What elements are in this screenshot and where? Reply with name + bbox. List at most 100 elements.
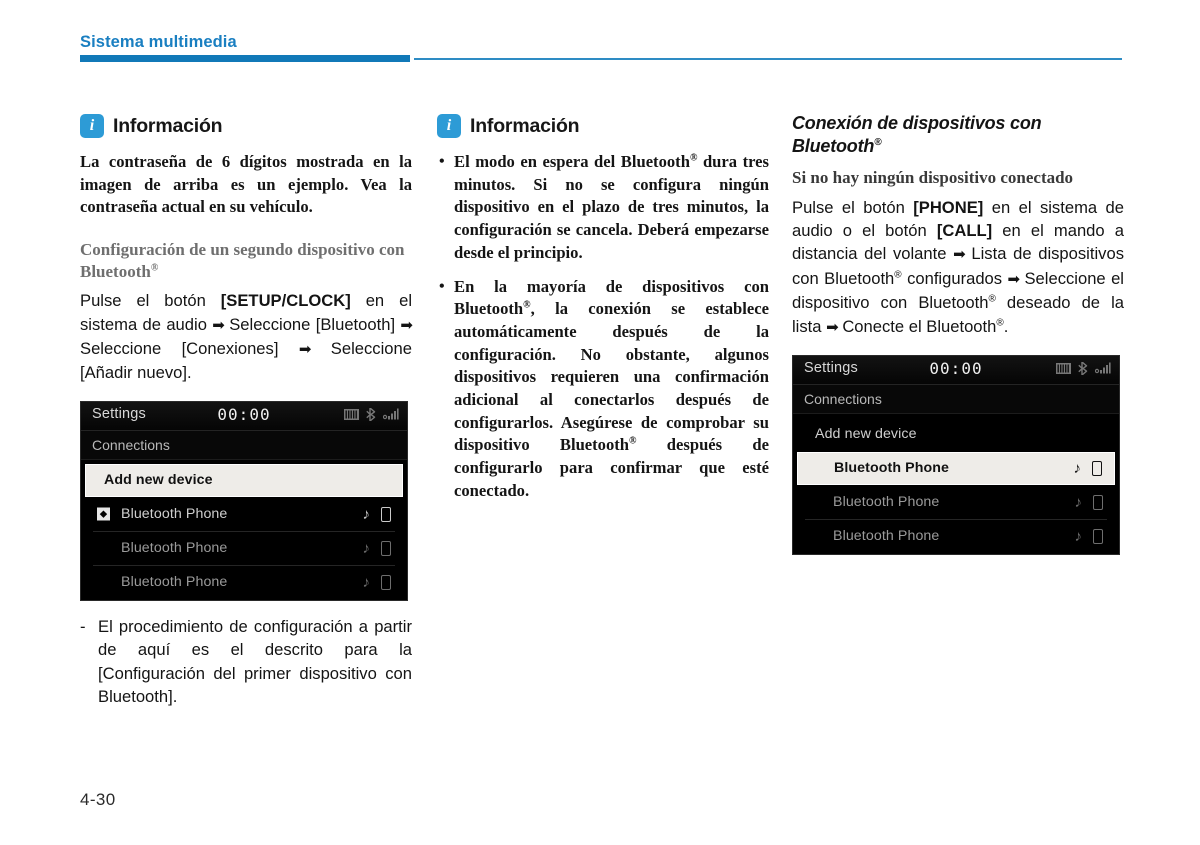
screen-clock: 00:00 xyxy=(929,358,983,378)
music-note-icon: ♪ xyxy=(1074,527,1083,545)
screen-row-label: Bluetooth Phone xyxy=(833,494,940,511)
screen-row-add-new-device[interactable]: Add new device xyxy=(797,418,1115,451)
keypad-icon xyxy=(1056,362,1071,374)
screen-row-icons: ♪ xyxy=(362,505,404,523)
information-heading-1: i Información xyxy=(80,112,412,140)
screen-breadcrumb: Connections xyxy=(793,384,1119,414)
instruction-phone-call: Pulse el botón [PHONE] en el sistema de … xyxy=(792,196,1124,339)
signal-strength-icon xyxy=(1095,362,1111,374)
arrow-icon: ➡ xyxy=(953,246,966,264)
phone-button-ref: [PHONE] xyxy=(913,197,984,217)
arrow-icon: ➡ xyxy=(826,318,839,336)
list-item: • En la mayoría de dispositivos con Bluet… xyxy=(437,276,769,503)
screen-row-label: Bluetooth Phone xyxy=(834,460,949,477)
header-rule-thick xyxy=(80,55,410,62)
instruction-part: Seleccione [Bluetooth] xyxy=(223,314,401,334)
instruction-part: Pulse el botón xyxy=(792,197,914,217)
information-heading-2: i Información xyxy=(437,112,769,140)
screen-row-bluetooth-phone[interactable]: ◆ Bluetooth Phone ♪ xyxy=(85,498,404,532)
screen-status-bar: Settings 00:00 xyxy=(81,401,407,431)
phone-icon xyxy=(1093,494,1103,510)
page-number: 4-30 xyxy=(80,790,116,809)
screen-row-icons: ♪ xyxy=(1073,459,1115,477)
screen-device-list-1: Add new device ◆ Bluetooth Phone ♪ Bluet… xyxy=(81,459,407,599)
list-item-text: En la mayoría de dispositivos con Blueto… xyxy=(454,276,769,500)
arrow-icon: ➡ xyxy=(1007,270,1021,288)
list-item: • El modo en espera del Bluetooth® dura t… xyxy=(437,151,769,265)
column-two: i Información • El modo en espera del Blu… xyxy=(437,112,769,503)
screen-row-label: Bluetooth Phone xyxy=(121,540,228,557)
header-rule-thin xyxy=(414,58,1122,60)
registered-mark: ® xyxy=(523,299,531,311)
page-header: Sistema multimedia xyxy=(0,0,1200,70)
procedure-note: - El procedimiento de configuración a par… xyxy=(80,615,412,709)
music-note-icon: ♪ xyxy=(362,573,371,591)
screen-row-bluetooth-phone[interactable]: Bluetooth Phone ♪ xyxy=(85,566,403,599)
keypad-icon xyxy=(344,408,359,420)
registered-mark: ® xyxy=(874,137,882,148)
screen-status-title: Settings xyxy=(92,405,146,422)
screen-status-icons xyxy=(1056,361,1111,375)
information-body-1: La contraseña de 6 dígitos mostrada en l… xyxy=(80,152,412,217)
phone-icon xyxy=(381,540,391,556)
screen-status-bar: Settings 00:00 xyxy=(793,355,1119,385)
instruction-part: Seleccione [Conexiones] xyxy=(80,338,299,358)
music-note-icon: ♪ xyxy=(1074,493,1083,511)
screen-row-add-new-device[interactable]: Add new device xyxy=(85,463,403,497)
head-unit-screenshot-1: Settings 00:00 Connections Add new devic… xyxy=(80,400,408,601)
instruction-part: Pulse el botón xyxy=(80,291,221,311)
instruction-part: Conecte el Bluetooth®. xyxy=(837,316,1009,336)
screen-breadcrumb: Connections xyxy=(81,430,407,460)
column-one: i Información La contraseña de 6 dígitos… xyxy=(80,112,413,709)
screen-row-icons: ♪ xyxy=(362,573,404,591)
screen-clock: 00:00 xyxy=(217,404,271,424)
procedure-note-text: El procedimiento de configuración a part… xyxy=(98,616,412,706)
head-unit-screenshot-2: Settings 00:00 Connections Add new devic… xyxy=(792,354,1120,555)
arrow-icon: ➡ xyxy=(212,316,225,334)
screen-device-list-2: Add new device Bluetooth Phone ♪ Bluetoo… xyxy=(793,413,1119,553)
registered-mark: ® xyxy=(689,152,698,164)
list-item-text: El modo en espera del Bluetooth® dura tr… xyxy=(454,152,769,262)
phone-icon xyxy=(1092,460,1102,476)
screen-row-bluetooth-phone[interactable]: Bluetooth Phone ♪ xyxy=(797,520,1115,553)
screen-row-label: Add new device xyxy=(104,472,213,489)
music-note-icon: ♪ xyxy=(362,539,371,557)
information-bullet-list: • El modo en espera del Bluetooth® dura t… xyxy=(437,151,769,503)
information-label: Información xyxy=(113,114,223,137)
dash-marker: - xyxy=(80,616,86,636)
bluetooth-icon xyxy=(1078,361,1088,375)
screen-row-bluetooth-phone[interactable]: Bluetooth Phone ♪ xyxy=(85,532,404,566)
column-three: Conexión de dispositivos con Bluetooth® … xyxy=(792,112,1124,555)
phone-icon xyxy=(381,506,391,522)
music-note-icon: ♪ xyxy=(362,505,371,523)
bluetooth-device-icon: ◆ xyxy=(97,507,110,521)
screen-row-label: Bluetooth Phone xyxy=(121,574,228,591)
screen-row-label: Add new device xyxy=(815,426,917,443)
music-note-icon: ♪ xyxy=(1073,459,1082,477)
section-heading-connection: Conexión de dispositivos con Bluetooth® xyxy=(792,113,1042,156)
screen-row-icons: ♪ xyxy=(362,539,404,557)
bullet-marker: • xyxy=(439,277,445,295)
subheading-no-device: Si no hay ningún dispositivo conectado xyxy=(792,168,1074,187)
page-title: Sistema multimedia xyxy=(80,33,237,51)
info-icon: i xyxy=(437,114,461,138)
screen-status-title: Settings xyxy=(804,359,858,376)
bullet-marker: • xyxy=(439,153,445,170)
bluetooth-icon xyxy=(366,407,376,421)
arrow-icon: ➡ xyxy=(400,316,413,334)
instruction-setup-clock: Pulse el botón [SETUP/CLOCK] en el siste… xyxy=(80,289,413,385)
screen-row-label: Bluetooth Phone xyxy=(833,528,940,545)
screen-row-icons: ♪ xyxy=(1074,527,1116,545)
screen-row-icons: ♪ xyxy=(1074,493,1116,511)
call-button-ref: [CALL] xyxy=(936,220,993,240)
setup-clock-button-ref: [SETUP/CLOCK] xyxy=(220,291,351,311)
screen-row-bluetooth-phone[interactable]: Bluetooth Phone ♪ xyxy=(797,486,1116,520)
phone-icon xyxy=(1093,528,1103,544)
registered-mark: ® xyxy=(894,269,902,281)
screen-row-bluetooth-phone[interactable]: Bluetooth Phone ♪ xyxy=(797,451,1115,485)
arrow-icon: ➡ xyxy=(298,340,312,358)
signal-strength-icon xyxy=(383,408,399,420)
registered-mark: ® xyxy=(629,435,637,447)
screen-status-icons xyxy=(344,407,399,421)
registered-mark: ® xyxy=(988,293,996,305)
